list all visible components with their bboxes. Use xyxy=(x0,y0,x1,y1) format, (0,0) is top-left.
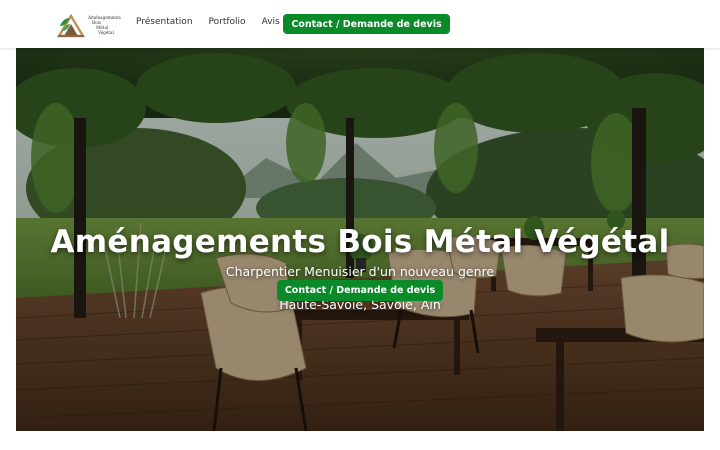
main-nav: Présentation Portfolio Avis xyxy=(136,17,296,27)
header-contact-button[interactable]: Contact / Demande de devis xyxy=(283,14,450,34)
house-leaf-icon xyxy=(56,12,86,38)
hero-contact-button[interactable]: Contact / Demande de devis xyxy=(277,280,443,301)
nav-link-presentation[interactable]: Présentation xyxy=(136,17,193,27)
hero-title: Aménagements Bois Métal Végétal xyxy=(50,224,670,260)
logo-line-4: Végétal xyxy=(98,30,114,36)
hero-subtitle: Charpentier Menuisier d'un nouveau genre xyxy=(225,264,495,279)
hero-section: Aménagements Bois Métal Végétal Charpent… xyxy=(16,48,704,431)
nav-link-portfolio[interactable]: Portfolio xyxy=(209,17,246,27)
logo-wordmark: Aménagements Bois Métal Végétal xyxy=(88,15,121,36)
nav-link-avis[interactable]: Avis xyxy=(262,17,280,27)
site-logo[interactable]: Aménagements Bois Métal Végétal xyxy=(56,10,121,40)
site-header: Aménagements Bois Métal Végétal Présenta… xyxy=(0,0,720,48)
